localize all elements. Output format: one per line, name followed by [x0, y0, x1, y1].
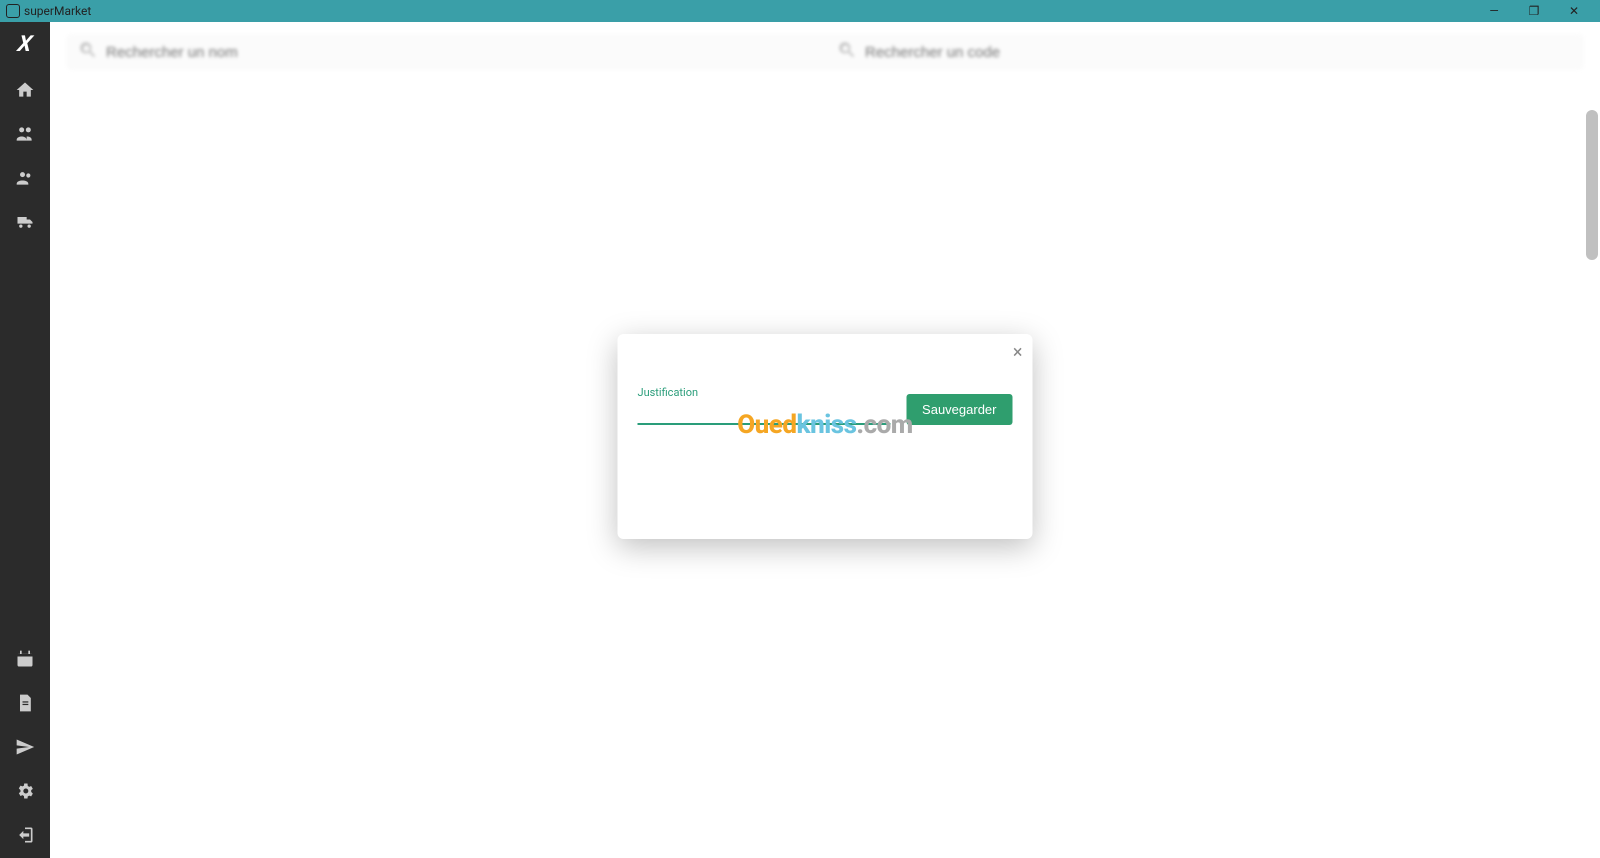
search-icon	[78, 40, 98, 64]
scrollbar[interactable]	[1586, 110, 1598, 858]
justification-input[interactable]	[638, 399, 891, 425]
app-icon	[6, 4, 20, 18]
search-code-input[interactable]	[865, 44, 1572, 61]
logo-icon: X	[16, 32, 34, 57]
group-icon[interactable]	[14, 167, 36, 189]
scrollbar-thumb[interactable]	[1586, 110, 1598, 260]
main-content: Code Nom Prénom Date limite Durée de ret…	[50, 22, 1600, 858]
minimize-button[interactable]: —	[1474, 0, 1514, 22]
calendar-icon[interactable]	[14, 648, 36, 670]
document-icon[interactable]	[14, 692, 36, 714]
close-icon[interactable]: ×	[1013, 342, 1023, 363]
sidebar: X	[0, 22, 50, 858]
truck-icon[interactable]	[14, 211, 36, 233]
maximize-button[interactable]: ❐	[1514, 0, 1554, 22]
search-name-input[interactable]	[106, 44, 813, 61]
close-window-button[interactable]: ✕	[1554, 0, 1594, 22]
searchbar	[66, 34, 1584, 70]
home-icon[interactable]	[14, 79, 36, 101]
search-icon	[837, 40, 857, 64]
settings-icon[interactable]	[14, 780, 36, 802]
justification-label: Justification	[638, 386, 891, 399]
window-title: superMarket	[24, 4, 91, 18]
justification-modal: × Justification Sauvegarder	[618, 334, 1033, 539]
titlebar: superMarket — ❐ ✕	[0, 0, 1600, 22]
logout-icon[interactable]	[14, 824, 36, 846]
save-button[interactable]: Sauvegarder	[906, 394, 1012, 425]
send-icon[interactable]	[14, 736, 36, 758]
users-connected-icon[interactable]	[14, 123, 36, 145]
